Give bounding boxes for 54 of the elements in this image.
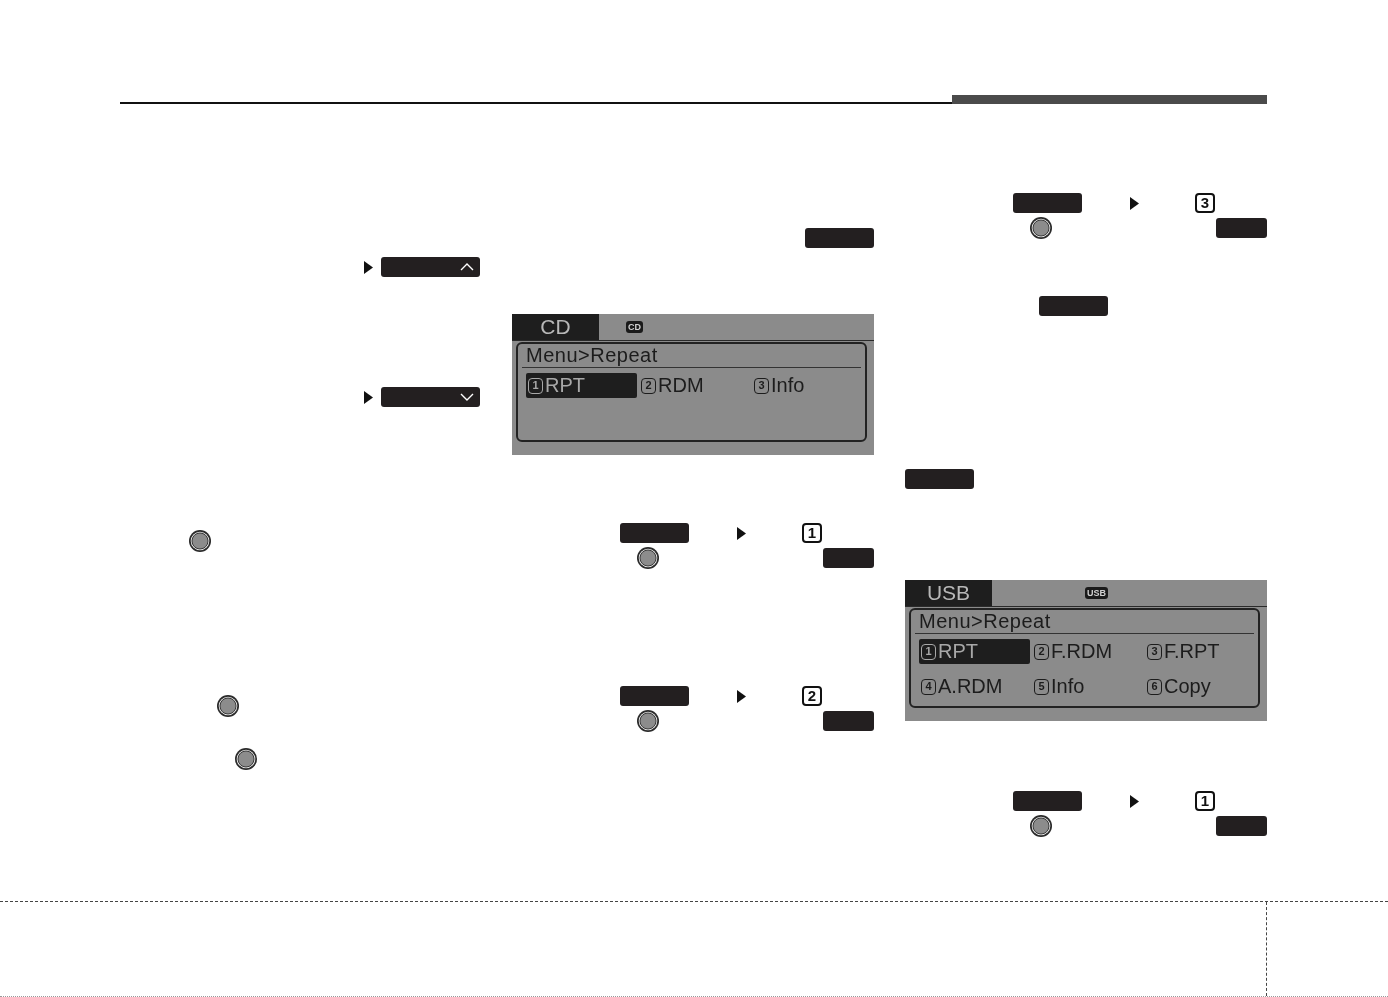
- step-number: 2: [802, 686, 822, 706]
- knob-icon: [235, 748, 257, 770]
- option-number: 1: [528, 377, 543, 394]
- blank-key: [1216, 218, 1267, 238]
- blank-key: [1013, 193, 1082, 213]
- knob-icon: [1030, 217, 1052, 239]
- blank-key: [905, 469, 974, 489]
- blank-key: [823, 548, 874, 568]
- source-badge: USB: [1085, 587, 1108, 599]
- menu-option[interactable]: 3 F.RPT: [1145, 639, 1256, 664]
- menu-title: Menu>Repeat: [522, 344, 861, 368]
- right-triangle-icon: [1130, 196, 1139, 210]
- right-triangle-icon: [364, 260, 373, 274]
- step-number: 3: [1195, 193, 1215, 213]
- menu-option[interactable]: 2 RDM: [639, 373, 750, 398]
- menu-option[interactable]: 4 A.RDM: [919, 674, 1030, 699]
- right-triangle-icon: [1130, 794, 1139, 808]
- step-number: 1: [802, 523, 822, 543]
- blank-key: [805, 228, 874, 248]
- option-number: 2: [641, 377, 656, 394]
- knob-icon: [189, 530, 211, 552]
- menu-option[interactable]: 3 Info: [752, 373, 863, 398]
- blank-key: [1013, 791, 1082, 811]
- option-number: 6: [1147, 678, 1162, 695]
- right-triangle-icon: [737, 689, 746, 703]
- menu-option[interactable]: 1 RPT: [526, 373, 637, 398]
- blank-key: [1039, 296, 1108, 316]
- option-number: 3: [754, 377, 769, 394]
- chevron-down-icon: [460, 393, 474, 401]
- knob-icon: [637, 710, 659, 732]
- right-triangle-icon: [737, 526, 746, 540]
- option-number: 3: [1147, 643, 1162, 660]
- step-number: 1: [1195, 791, 1215, 811]
- blank-key: [620, 686, 689, 706]
- knob-icon: [217, 695, 239, 717]
- menu-option[interactable]: 2 F.RDM: [1032, 639, 1143, 664]
- menu-title: Menu>Repeat: [915, 610, 1254, 634]
- blank-key: [1216, 816, 1267, 836]
- option-number: 2: [1034, 643, 1049, 660]
- menu-option[interactable]: 1 RPT: [919, 639, 1030, 664]
- source-badge: CD: [626, 321, 643, 333]
- chevron-up-icon: [460, 263, 474, 271]
- knob-icon: [637, 547, 659, 569]
- menu-option[interactable]: 5 Info: [1032, 674, 1143, 699]
- menu-option[interactable]: 6 Copy: [1145, 674, 1256, 699]
- blank-key: [620, 523, 689, 543]
- option-number: 4: [921, 678, 936, 695]
- option-number: 1: [921, 643, 936, 660]
- source-label: USB: [905, 580, 992, 606]
- right-triangle-icon: [364, 390, 373, 404]
- blank-key: [823, 711, 874, 731]
- knob-icon: [1030, 815, 1052, 837]
- source-label: CD: [512, 314, 599, 340]
- option-number: 5: [1034, 678, 1049, 695]
